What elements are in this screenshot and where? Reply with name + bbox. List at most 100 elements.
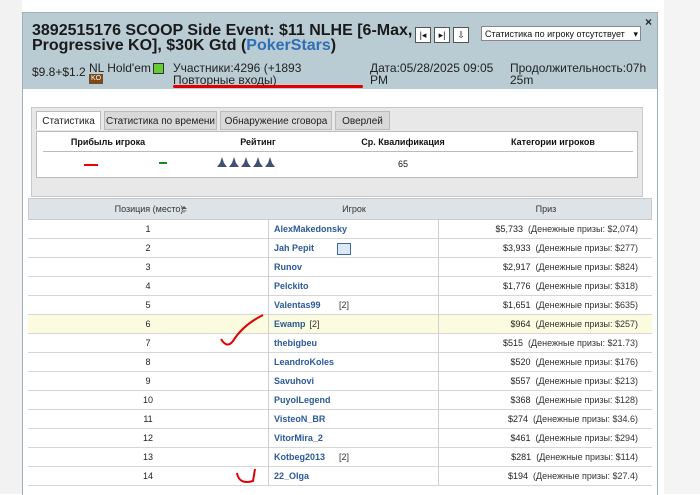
- col-rating: Рейтинг: [240, 137, 276, 147]
- player-link[interactable]: Pelckito: [274, 277, 309, 296]
- table-row: 8 LeandroKoles $520 (Денежные призы: $176): [28, 353, 652, 372]
- position-cell: 4: [145, 281, 151, 291]
- prize-amount: $1,776: [502, 281, 531, 291]
- results-header-row: Позиция (место) Игрок Приз: [28, 198, 652, 220]
- column-divider: [268, 410, 269, 429]
- prize-amount: $5,733: [495, 224, 524, 234]
- position-cell: 3: [145, 262, 151, 272]
- prize-amount: $461: [510, 433, 531, 443]
- site-link[interactable]: PokerStars: [246, 37, 331, 54]
- prize-amount: $964: [510, 319, 531, 329]
- player-link[interactable]: VisteoN_BR: [274, 410, 325, 429]
- prize-amount: $515: [502, 338, 524, 348]
- table-row: 11 VisteoN_BR $274 (Денежные призы: $34.6): [28, 410, 652, 429]
- position-cell: 11: [143, 414, 153, 424]
- red-annotation-mark: [236, 468, 256, 483]
- column-divider: [438, 410, 439, 429]
- player-link[interactable]: Runov: [274, 258, 302, 277]
- position-cell: 13: [142, 452, 153, 462]
- prize-amount: $2,917: [502, 262, 531, 272]
- column-divider: [268, 448, 269, 467]
- player-stats-dropdown[interactable]: Статистика по игроку отсутствует ▾: [481, 26, 641, 41]
- table-row: 1 AlexMakedonsky $5,733 (Денежные призы: $…: [28, 220, 652, 239]
- column-divider: [438, 353, 439, 372]
- money-prizes: (Денежные призы: $257): [535, 319, 638, 329]
- column-divider: [268, 467, 269, 486]
- title-text: 3892515176 SCOOP Side Event: $11 NLHE [6…: [32, 22, 413, 54]
- table-row: 12 VitorMira_2 $461 (Денежные призы: $294): [28, 429, 652, 448]
- col-position[interactable]: Позиция (место): [29, 199, 269, 220]
- column-divider: [438, 391, 439, 410]
- col-player[interactable]: Игрок: [269, 199, 439, 220]
- player-link[interactable]: Savuhovi: [274, 372, 314, 391]
- prize-cell: $515 (Денежные призы: $21.73): [442, 334, 638, 353]
- tab-overlay[interactable]: Оверлей: [335, 111, 390, 130]
- player-link[interactable]: Jah Pepit: [274, 239, 314, 258]
- player-link[interactable]: LeandroKoles: [274, 353, 334, 372]
- prize-cell: $461 (Денежные призы: $294): [442, 429, 638, 448]
- download-icon[interactable]: ⇩: [453, 27, 469, 43]
- avg-qualification-value: 65: [397, 159, 408, 169]
- table-row: 5 Valentas99 [2] $1,651 (Денежные призы: $6…: [28, 296, 652, 315]
- player-link[interactable]: Ewamp: [274, 315, 306, 334]
- column-divider: [438, 315, 439, 334]
- player-link[interactable]: PuyolLegend: [274, 391, 331, 410]
- prize-cell: $557 (Денежные призы: $213): [442, 372, 638, 391]
- reentry-count: [2]: [339, 452, 350, 462]
- money-prizes: (Денежные призы: $176): [535, 357, 638, 367]
- stats-box: Статистика Статистика по времени Обнаруж…: [31, 107, 643, 197]
- prize-amount: $274: [507, 414, 529, 424]
- ticket-icon[interactable]: [337, 243, 352, 255]
- money-prizes: (Денежные призы: $34.6): [533, 414, 638, 424]
- player-link[interactable]: Valentas99: [274, 296, 321, 315]
- tab-statistics[interactable]: Статистика: [36, 111, 101, 130]
- player-link[interactable]: AlexMakedonsky: [274, 220, 347, 239]
- stats-panel: Прибыль игрока Рейтинг Ср. Квалификация …: [36, 131, 638, 178]
- last-page-icon[interactable]: ▸|: [434, 27, 450, 43]
- first-page-icon[interactable]: |◂: [415, 27, 431, 43]
- table-row: 2 Jah Pepit $3,933 (Денежные призы: $277): [28, 239, 652, 258]
- table-row: 4 Pelckito $1,776 (Денежные призы: $318): [28, 277, 652, 296]
- prize-amount: $281: [511, 452, 532, 462]
- player-link[interactable]: VitorMira_2: [274, 429, 323, 448]
- column-divider: [268, 220, 269, 239]
- money-prizes: (Денежные призы: $294): [535, 433, 638, 443]
- rating-star-icon: [265, 157, 275, 167]
- player-link[interactable]: Kotbeg2013: [274, 448, 325, 467]
- prize-cell: $2,917 (Денежные призы: $824): [442, 258, 638, 277]
- title-paren: ): [330, 37, 337, 54]
- column-divider: [438, 220, 439, 239]
- prize-amount: $557: [510, 376, 531, 386]
- rating-star-icon: [217, 157, 227, 167]
- close-icon[interactable]: ×: [645, 15, 652, 29]
- player-link[interactable]: 22_Olga: [274, 467, 309, 486]
- tab-time-statistics[interactable]: Статистика по времени: [104, 111, 217, 130]
- prize-cell: $520 (Денежные призы: $176): [442, 353, 638, 372]
- column-divider: [438, 448, 439, 467]
- tournament-title: 3892515176 SCOOP Side Event: $11 NLHE [6…: [32, 22, 472, 54]
- knockout-badge-icon: KO: [89, 74, 103, 84]
- rating-stars: [217, 154, 297, 167]
- column-divider: [438, 277, 439, 296]
- tab-collusion-detection[interactable]: Обнаружение сговора: [220, 111, 332, 130]
- prize-cell: $3,933 (Денежные призы: $277): [442, 239, 638, 258]
- page-right-background: [664, 0, 700, 494]
- rating-star-icon: [253, 157, 263, 167]
- column-divider: [268, 353, 269, 372]
- col-player-profit: Прибыль игрока: [70, 137, 146, 147]
- sort-icon[interactable]: [181, 206, 187, 213]
- col-avg-qualification: Ср. Квалификация: [361, 137, 445, 147]
- money-prizes: (Денежные призы: $318): [535, 281, 638, 291]
- position-cell: 10: [142, 395, 153, 405]
- position-cell: 12: [142, 433, 153, 443]
- player-link[interactable]: thebigbeu: [274, 334, 317, 353]
- prize-amount: $368: [510, 395, 531, 405]
- money-prizes: (Денежные призы: $213): [535, 376, 638, 386]
- column-divider: [268, 277, 269, 296]
- tournament-date: Дата:05/28/2025 09:05 PM: [370, 61, 494, 87]
- prize-cell: $5,733 (Денежные призы: $2,074): [442, 220, 638, 239]
- prize-cell: $281 (Денежные призы: $114): [442, 448, 638, 467]
- position-cell: 1: [145, 224, 151, 234]
- col-player-categories: Категории игроков: [511, 137, 595, 147]
- col-prize[interactable]: Приз: [439, 199, 653, 220]
